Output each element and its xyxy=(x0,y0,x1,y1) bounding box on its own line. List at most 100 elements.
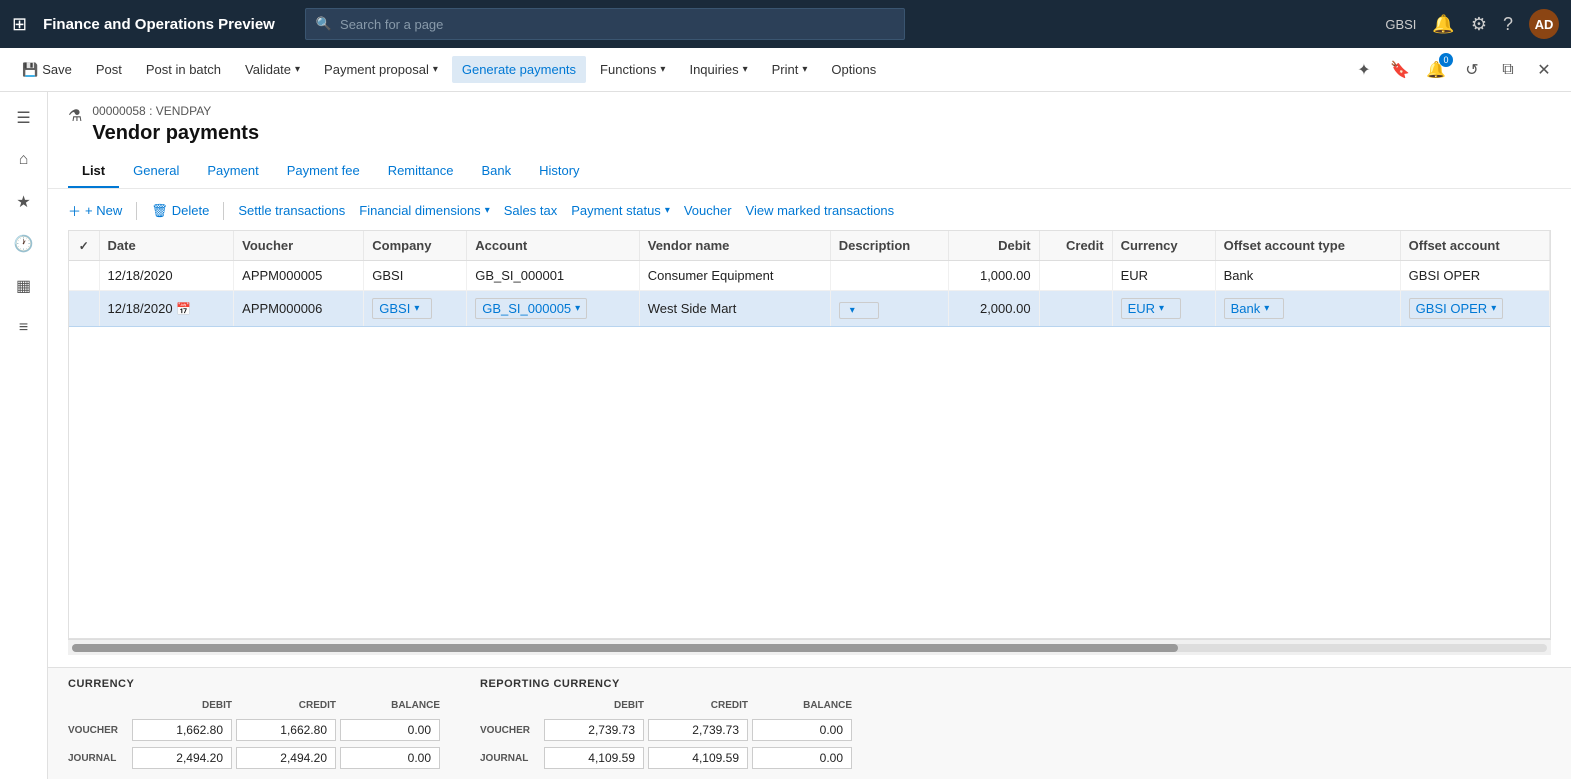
row1-vendor-name[interactable]: Consumer Equipment xyxy=(639,261,830,291)
row2-check[interactable] xyxy=(69,291,99,327)
offset-account-select[interactable]: GBSI OPER ▾ xyxy=(1409,298,1504,319)
rep-voucher-credit[interactable] xyxy=(648,719,748,741)
row2-offset-account-type[interactable]: Bank ▾ xyxy=(1215,291,1400,327)
new-button[interactable]: ＋ + New xyxy=(68,201,122,220)
help-icon[interactable]: ? xyxy=(1503,14,1513,35)
save-icon: 💾 xyxy=(22,62,38,78)
tab-general[interactable]: General xyxy=(119,155,193,188)
generate-payments-button[interactable]: Generate payments xyxy=(452,56,586,83)
rep-journal-balance[interactable] xyxy=(752,747,852,769)
currency-select[interactable]: EUR ▾ xyxy=(1121,298,1181,319)
tab-payment[interactable]: Payment xyxy=(193,155,272,188)
horizontal-scrollbar[interactable] xyxy=(68,639,1551,655)
table-row[interactable]: 12/18/2020 📅 APPM000006 GBSI ▾ xyxy=(69,291,1550,327)
company-select[interactable]: GBSI ▾ xyxy=(372,298,432,319)
tab-payment-fee[interactable]: Payment fee xyxy=(273,155,374,188)
sidebar-menu-icon[interactable]: ☰ xyxy=(6,100,42,136)
open-in-new-icon[interactable]: ⧉ xyxy=(1493,55,1523,85)
row1-credit[interactable] xyxy=(1039,261,1112,291)
print-button[interactable]: Print xyxy=(762,56,818,83)
payment-status-button[interactable]: Payment status ▾ xyxy=(571,203,670,218)
row2-company[interactable]: GBSI ▾ xyxy=(364,291,467,327)
toolbar-separator-2 xyxy=(223,202,224,220)
row2-description[interactable]: ▾ xyxy=(830,291,948,327)
select-all-header[interactable]: ✓ xyxy=(69,231,99,261)
row2-vendor-name[interactable]: West Side Mart xyxy=(639,291,830,327)
tab-bank[interactable]: Bank xyxy=(467,155,525,188)
currency-voucher-credit[interactable] xyxy=(236,719,336,741)
row1-offset-account-type[interactable]: Bank xyxy=(1215,261,1400,291)
row2-voucher[interactable]: APPM000006 xyxy=(234,291,364,327)
filter-icon[interactable]: ⚗ xyxy=(68,106,82,126)
refresh-icon[interactable]: ↺ xyxy=(1457,55,1487,85)
row1-debit[interactable]: 1,000.00 xyxy=(949,261,1039,291)
row1-date[interactable]: 12/18/2020 xyxy=(99,261,234,291)
options-button[interactable]: Options xyxy=(821,56,886,83)
offset-account-type-select[interactable]: Bank ▾ xyxy=(1224,298,1284,319)
inquiries-button[interactable]: Inquiries xyxy=(679,56,757,83)
calendar-icon[interactable]: 📅 xyxy=(176,302,191,316)
rep-journal-debit[interactable] xyxy=(544,747,644,769)
sidebar-modules-icon[interactable]: ≡ xyxy=(6,310,42,346)
row1-check[interactable] xyxy=(69,261,99,291)
row2-offset-account[interactable]: GBSI OPER ▾ xyxy=(1400,291,1549,327)
row2-date[interactable]: 12/18/2020 📅 xyxy=(99,291,234,327)
row1-account[interactable]: GB_SI_000001 xyxy=(467,261,640,291)
tab-remittance[interactable]: Remittance xyxy=(374,155,468,188)
currency-voucher-debit[interactable] xyxy=(132,719,232,741)
sales-tax-button[interactable]: Sales tax xyxy=(504,203,557,218)
currency-journal-debit[interactable] xyxy=(132,747,232,769)
rep-voucher-row: VOUCHER xyxy=(480,719,852,741)
row1-offset-account[interactable]: GBSI OPER xyxy=(1400,261,1549,291)
table-row[interactable]: 12/18/2020 APPM000005 GBSI GB_SI_000001 … xyxy=(69,261,1550,291)
currency-journal-balance[interactable] xyxy=(340,747,440,769)
currency-journal-credit[interactable] xyxy=(236,747,336,769)
currency-voucher-balance[interactable] xyxy=(340,719,440,741)
currency-credit-header: CREDIT xyxy=(236,700,336,711)
notifications-badge-icon[interactable]: 🔔 0 xyxy=(1421,55,1451,85)
row2-currency[interactable]: EUR ▾ xyxy=(1112,291,1215,327)
payment-proposal-button[interactable]: Payment proposal xyxy=(314,56,448,83)
row1-company[interactable]: GBSI xyxy=(364,261,467,291)
avatar[interactable]: AD xyxy=(1529,9,1559,39)
row1-description[interactable] xyxy=(830,261,948,291)
close-icon[interactable]: ✕ xyxy=(1529,55,1559,85)
voucher-button[interactable]: Voucher xyxy=(684,203,732,218)
sidebar-workspaces-icon[interactable]: ▦ xyxy=(6,268,42,304)
settings-icon[interactable]: ⚙ xyxy=(1471,14,1487,35)
account-select[interactable]: GB_SI_000005 ▾ xyxy=(475,298,587,319)
credit-header: Credit xyxy=(1039,231,1112,261)
tab-history[interactable]: History xyxy=(525,155,593,188)
rep-journal-credit[interactable] xyxy=(648,747,748,769)
rep-voucher-balance[interactable] xyxy=(752,719,852,741)
reporting-col-headers: DEBIT CREDIT BALANCE xyxy=(480,700,852,711)
row1-currency[interactable]: EUR xyxy=(1112,261,1215,291)
settle-transactions-button[interactable]: Settle transactions xyxy=(238,203,345,218)
star-icon[interactable]: ✦ xyxy=(1349,55,1379,85)
tab-list[interactable]: List xyxy=(68,155,119,188)
delete-button[interactable]: 🗑 Delete xyxy=(151,203,209,219)
save-button[interactable]: 💾 Save xyxy=(12,56,82,84)
row1-voucher[interactable]: APPM000005 xyxy=(234,261,364,291)
sidebar-favorites-icon[interactable]: ★ xyxy=(6,184,42,220)
scrollbar-thumb[interactable] xyxy=(72,644,1178,652)
currency-dropdown-icon: ▾ xyxy=(1159,303,1164,314)
bookmark-icon[interactable]: 🔖 xyxy=(1385,55,1415,85)
post-in-batch-button[interactable]: Post in batch xyxy=(136,56,231,83)
view-marked-transactions-button[interactable]: View marked transactions xyxy=(746,203,895,218)
financial-dimensions-button[interactable]: Financial dimensions ▾ xyxy=(359,203,489,218)
app-grid-icon[interactable]: ⊞ xyxy=(12,14,27,35)
search-bar[interactable]: 🔍 xyxy=(305,8,905,40)
row2-debit[interactable]: 2,000.00 xyxy=(949,291,1039,327)
functions-button[interactable]: Functions xyxy=(590,56,675,83)
notification-icon[interactable]: 🔔 xyxy=(1432,14,1454,35)
row2-credit[interactable] xyxy=(1039,291,1112,327)
validate-button[interactable]: Validate xyxy=(235,56,310,83)
row2-account[interactable]: GB_SI_000005 ▾ xyxy=(467,291,640,327)
post-button[interactable]: Post xyxy=(86,56,132,83)
sidebar-recent-icon[interactable]: 🕐 xyxy=(6,226,42,262)
description-select[interactable]: ▾ xyxy=(839,302,879,319)
sidebar-home-icon[interactable]: ⌂ xyxy=(6,142,42,178)
rep-voucher-debit[interactable] xyxy=(544,719,644,741)
search-input[interactable] xyxy=(340,17,894,32)
